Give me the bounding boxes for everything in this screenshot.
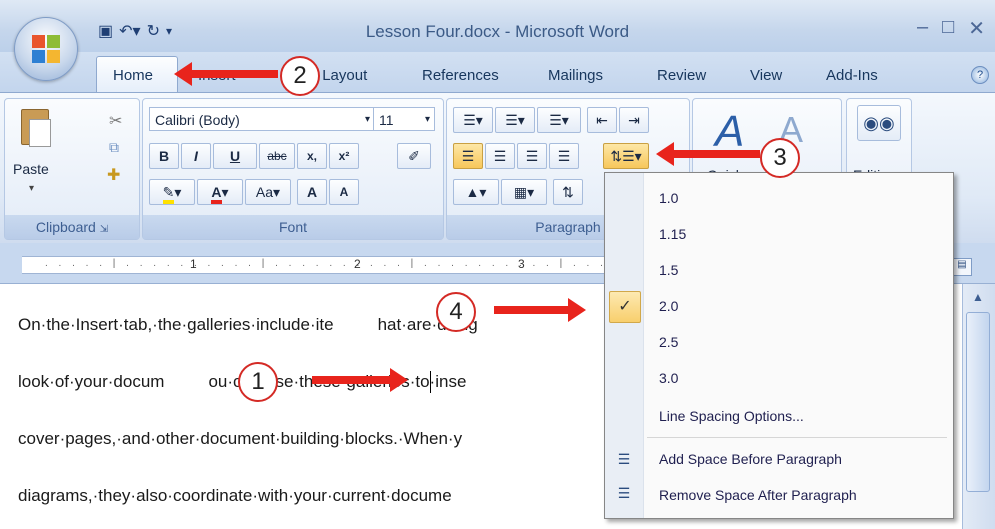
multilevel-list-icon[interactable]: ☰▾: [537, 107, 581, 133]
bold-button[interactable]: B: [149, 143, 179, 169]
line-spacing-2-0[interactable]: 2.0: [643, 289, 951, 323]
customize-icon[interactable]: ▾: [166, 24, 172, 38]
callout-arrow-1: [312, 368, 408, 392]
callout-1: 1: [238, 362, 278, 402]
shading-icon[interactable]: ▲▾: [453, 179, 499, 205]
chevron-down-icon: ▾: [364, 114, 370, 125]
ruler-number: 3: [518, 257, 525, 271]
callout-3: 3: [760, 138, 800, 178]
highlight-button[interactable]: ✎▾: [149, 179, 195, 205]
callout-arrow-4: [494, 298, 586, 322]
paste-dropdown-icon[interactable]: ▾: [29, 183, 34, 194]
help-icon[interactable]: ?: [971, 66, 989, 84]
document-line[interactable]: diagrams,·they·also·coordinate·with·your…: [18, 486, 452, 506]
chevron-down-icon: ▾: [424, 114, 430, 125]
line-spacing-1-0[interactable]: 1.0: [643, 181, 951, 215]
menu-separator: [647, 437, 947, 438]
add-space-before-icon: ☰: [617, 451, 631, 467]
office-button[interactable]: [14, 17, 78, 81]
font-color-label: A: [211, 184, 222, 204]
copy-icon[interactable]: ⧉: [109, 139, 119, 156]
undo-icon[interactable]: ↶▾: [119, 21, 140, 41]
line-spacing-2-5[interactable]: 2.5: [643, 325, 951, 359]
text-cursor: [430, 371, 431, 393]
document-line[interactable]: cover·pages,·and·other·document·building…: [18, 429, 462, 449]
justify-icon[interactable]: ☰: [549, 143, 579, 169]
checkmark-icon: ✓: [609, 291, 641, 323]
change-case-button[interactable]: Aa▾: [245, 179, 291, 205]
increase-indent-icon[interactable]: ⇥: [619, 107, 649, 133]
maximize-icon[interactable]: □: [942, 16, 954, 41]
font-size-combo[interactable]: 11 ▾: [373, 107, 435, 131]
document-line[interactable]: On·the·Insert·tab,·the·galleries·include…: [18, 315, 478, 335]
ruler-number: 2: [354, 257, 361, 271]
office-logo-icon: [32, 35, 60, 63]
tab-review[interactable]: Review: [657, 67, 706, 84]
shrink-font-button[interactable]: A: [329, 179, 359, 205]
line-spacing-button[interactable]: ⇅☰▾: [603, 143, 649, 169]
clipboard-group-label: Clipboard: [35, 219, 96, 235]
tab-mailings[interactable]: Mailings: [548, 67, 603, 84]
callout-4: 4: [436, 292, 476, 332]
font-name-value: Calibri (Body): [155, 112, 240, 128]
line-spacing-3-0[interactable]: 3.0: [643, 361, 951, 395]
tab-references[interactable]: References: [422, 67, 499, 84]
numbering-icon[interactable]: ☰▾: [495, 107, 535, 133]
superscript-button[interactable]: x²: [329, 143, 359, 169]
line-spacing-menu: 1.0 1.15 1.5 ✓ 2.0 2.5 3.0 Line Spacing …: [604, 172, 954, 519]
font-group-label: Font: [278, 219, 307, 235]
tab-view[interactable]: View: [750, 67, 782, 84]
remove-space-after-paragraph[interactable]: Remove Space After Paragraph: [643, 478, 951, 512]
ruler-number: 1: [190, 257, 197, 271]
callout-arrow-3: [656, 142, 760, 166]
callout-arrow-2: [174, 62, 278, 86]
add-space-before-paragraph[interactable]: Add Space Before Paragraph: [643, 442, 951, 476]
tab-home[interactable]: Home: [96, 56, 178, 93]
minimize-icon[interactable]: –: [917, 16, 928, 41]
paragraph-group-label: Paragraph: [535, 219, 601, 235]
line-spacing-options[interactable]: Line Spacing Options...: [643, 399, 951, 433]
italic-button[interactable]: I: [181, 143, 211, 169]
format-painter-icon[interactable]: ✚: [107, 165, 120, 185]
window-controls: – □ ✕: [917, 16, 985, 41]
quick-access-toolbar: ▣ ↶▾ ↻ ▾: [98, 18, 258, 44]
sort-icon[interactable]: ⇅: [553, 179, 583, 205]
font-group: Calibri (Body) ▾ 11 ▾ B I U abc x, x² ✐ …: [142, 98, 444, 240]
line-spacing-1-5[interactable]: 1.5: [643, 253, 951, 287]
align-right-icon[interactable]: ☰: [517, 143, 547, 169]
callout-2: 2: [280, 56, 320, 96]
redo-icon[interactable]: ↻: [147, 21, 160, 41]
tab-add-ins[interactable]: Add-Ins: [826, 67, 878, 84]
highlighter-icon: ✎: [162, 184, 175, 204]
font-name-combo[interactable]: Calibri (Body) ▾: [149, 107, 375, 131]
font-size-value: 11: [379, 112, 394, 128]
align-center-icon[interactable]: ☰: [485, 143, 515, 169]
clipboard-group: Paste ▾ ✂ ⧉ ✚ Clipboard ⇲: [4, 98, 140, 240]
bullets-icon[interactable]: ☰▾: [453, 107, 493, 133]
change-case-label: Aa: [255, 184, 274, 200]
paste-icon[interactable]: [17, 109, 51, 149]
underline-button[interactable]: U: [213, 143, 257, 169]
paste-label[interactable]: Paste: [13, 161, 49, 177]
view-ruler-icon[interactable]: ▤: [952, 258, 972, 276]
save-icon[interactable]: ▣: [98, 21, 113, 41]
cut-icon[interactable]: ✂: [109, 111, 122, 131]
align-left-icon[interactable]: ☰: [453, 143, 483, 169]
scroll-up-icon[interactable]: ▲: [966, 290, 990, 308]
remove-space-after-icon: ☰: [617, 485, 631, 501]
grow-font-button[interactable]: A: [297, 179, 327, 205]
dialog-launcher-icon[interactable]: ⇲: [100, 224, 108, 235]
font-color-button[interactable]: A▾: [197, 179, 243, 205]
strikethrough-button[interactable]: abc: [259, 143, 295, 169]
line-spacing-1-15[interactable]: 1.15: [643, 217, 951, 251]
decrease-indent-icon[interactable]: ⇤: [587, 107, 617, 133]
close-icon[interactable]: ✕: [968, 16, 985, 41]
find-binoculars-icon[interactable]: ◉◉: [857, 105, 901, 141]
scroll-thumb[interactable]: [966, 312, 990, 492]
borders-icon[interactable]: ▦▾: [501, 179, 547, 205]
subscript-button[interactable]: x,: [297, 143, 327, 169]
clear-formatting-icon[interactable]: ✐: [397, 143, 431, 169]
